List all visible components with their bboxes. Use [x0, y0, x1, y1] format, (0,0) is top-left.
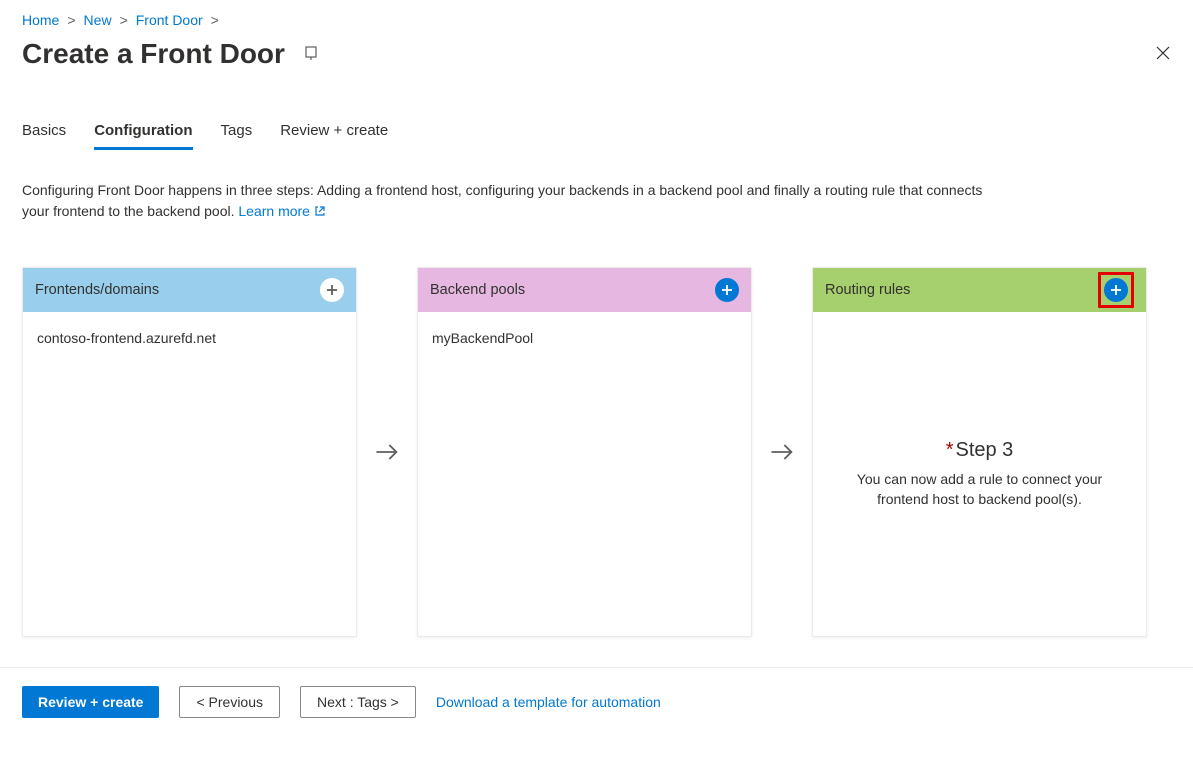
arrow-right-icon [768, 438, 796, 466]
breadcrumb: Home > New > Front Door > [22, 12, 1171, 28]
close-icon[interactable] [1155, 45, 1171, 64]
add-routing-rule-button[interactable] [1104, 278, 1128, 302]
backend-pools-card-title: Backend pools [430, 282, 525, 298]
routing-rules-card-title: Routing rules [825, 282, 910, 298]
frontend-item[interactable]: contoso-frontend.azurefd.net [37, 330, 342, 346]
chevron-right-icon: > [120, 12, 128, 28]
tab-review-create[interactable]: Review + create [280, 118, 388, 150]
tab-tags[interactable]: Tags [221, 118, 253, 150]
download-template-link[interactable]: Download a template for automation [436, 694, 661, 710]
next-button[interactable]: Next : Tags > [300, 686, 416, 718]
routing-rules-card: Routing rules *Step 3 You can now add a … [812, 267, 1147, 637]
tab-basics[interactable]: Basics [22, 118, 66, 150]
external-link-icon [314, 202, 326, 223]
frontends-card-header: Frontends/domains [23, 268, 356, 312]
previous-button[interactable]: < Previous [179, 686, 280, 718]
frontends-card-title: Frontends/domains [35, 282, 159, 298]
backend-pools-card-header: Backend pools [418, 268, 751, 312]
breadcrumb-front-door[interactable]: Front Door [136, 12, 203, 28]
tabs: Basics Configuration Tags Review + creat… [22, 118, 1171, 150]
chevron-right-icon: > [67, 12, 75, 28]
chevron-right-icon: > [211, 12, 219, 28]
add-frontend-button[interactable] [320, 278, 344, 302]
pin-icon[interactable] [303, 45, 319, 64]
add-backend-pool-button[interactable] [715, 278, 739, 302]
add-routing-rule-highlight [1098, 272, 1134, 308]
wizard-footer: Review + create < Previous Next : Tags >… [0, 667, 1193, 726]
routing-step-title: *Step 3 [946, 439, 1014, 462]
breadcrumb-home[interactable]: Home [22, 12, 59, 28]
routing-step-text: You can now add a rule to connect your f… [840, 470, 1120, 509]
tab-configuration[interactable]: Configuration [94, 118, 192, 150]
arrow-right-icon [373, 438, 401, 466]
backend-pools-card: Backend pools myBackendPool [417, 267, 752, 637]
page-title: Create a Front Door [22, 38, 285, 70]
frontends-card: Frontends/domains contoso-frontend.azure… [22, 267, 357, 637]
breadcrumb-new[interactable]: New [84, 12, 112, 28]
backend-pool-item[interactable]: myBackendPool [432, 330, 737, 346]
learn-more-link[interactable]: Learn more [238, 203, 325, 219]
required-asterisk: * [946, 439, 954, 461]
review-create-button[interactable]: Review + create [22, 686, 159, 718]
configuration-description: Configuring Front Door happens in three … [22, 180, 1002, 223]
routing-rules-card-header: Routing rules [813, 268, 1146, 312]
